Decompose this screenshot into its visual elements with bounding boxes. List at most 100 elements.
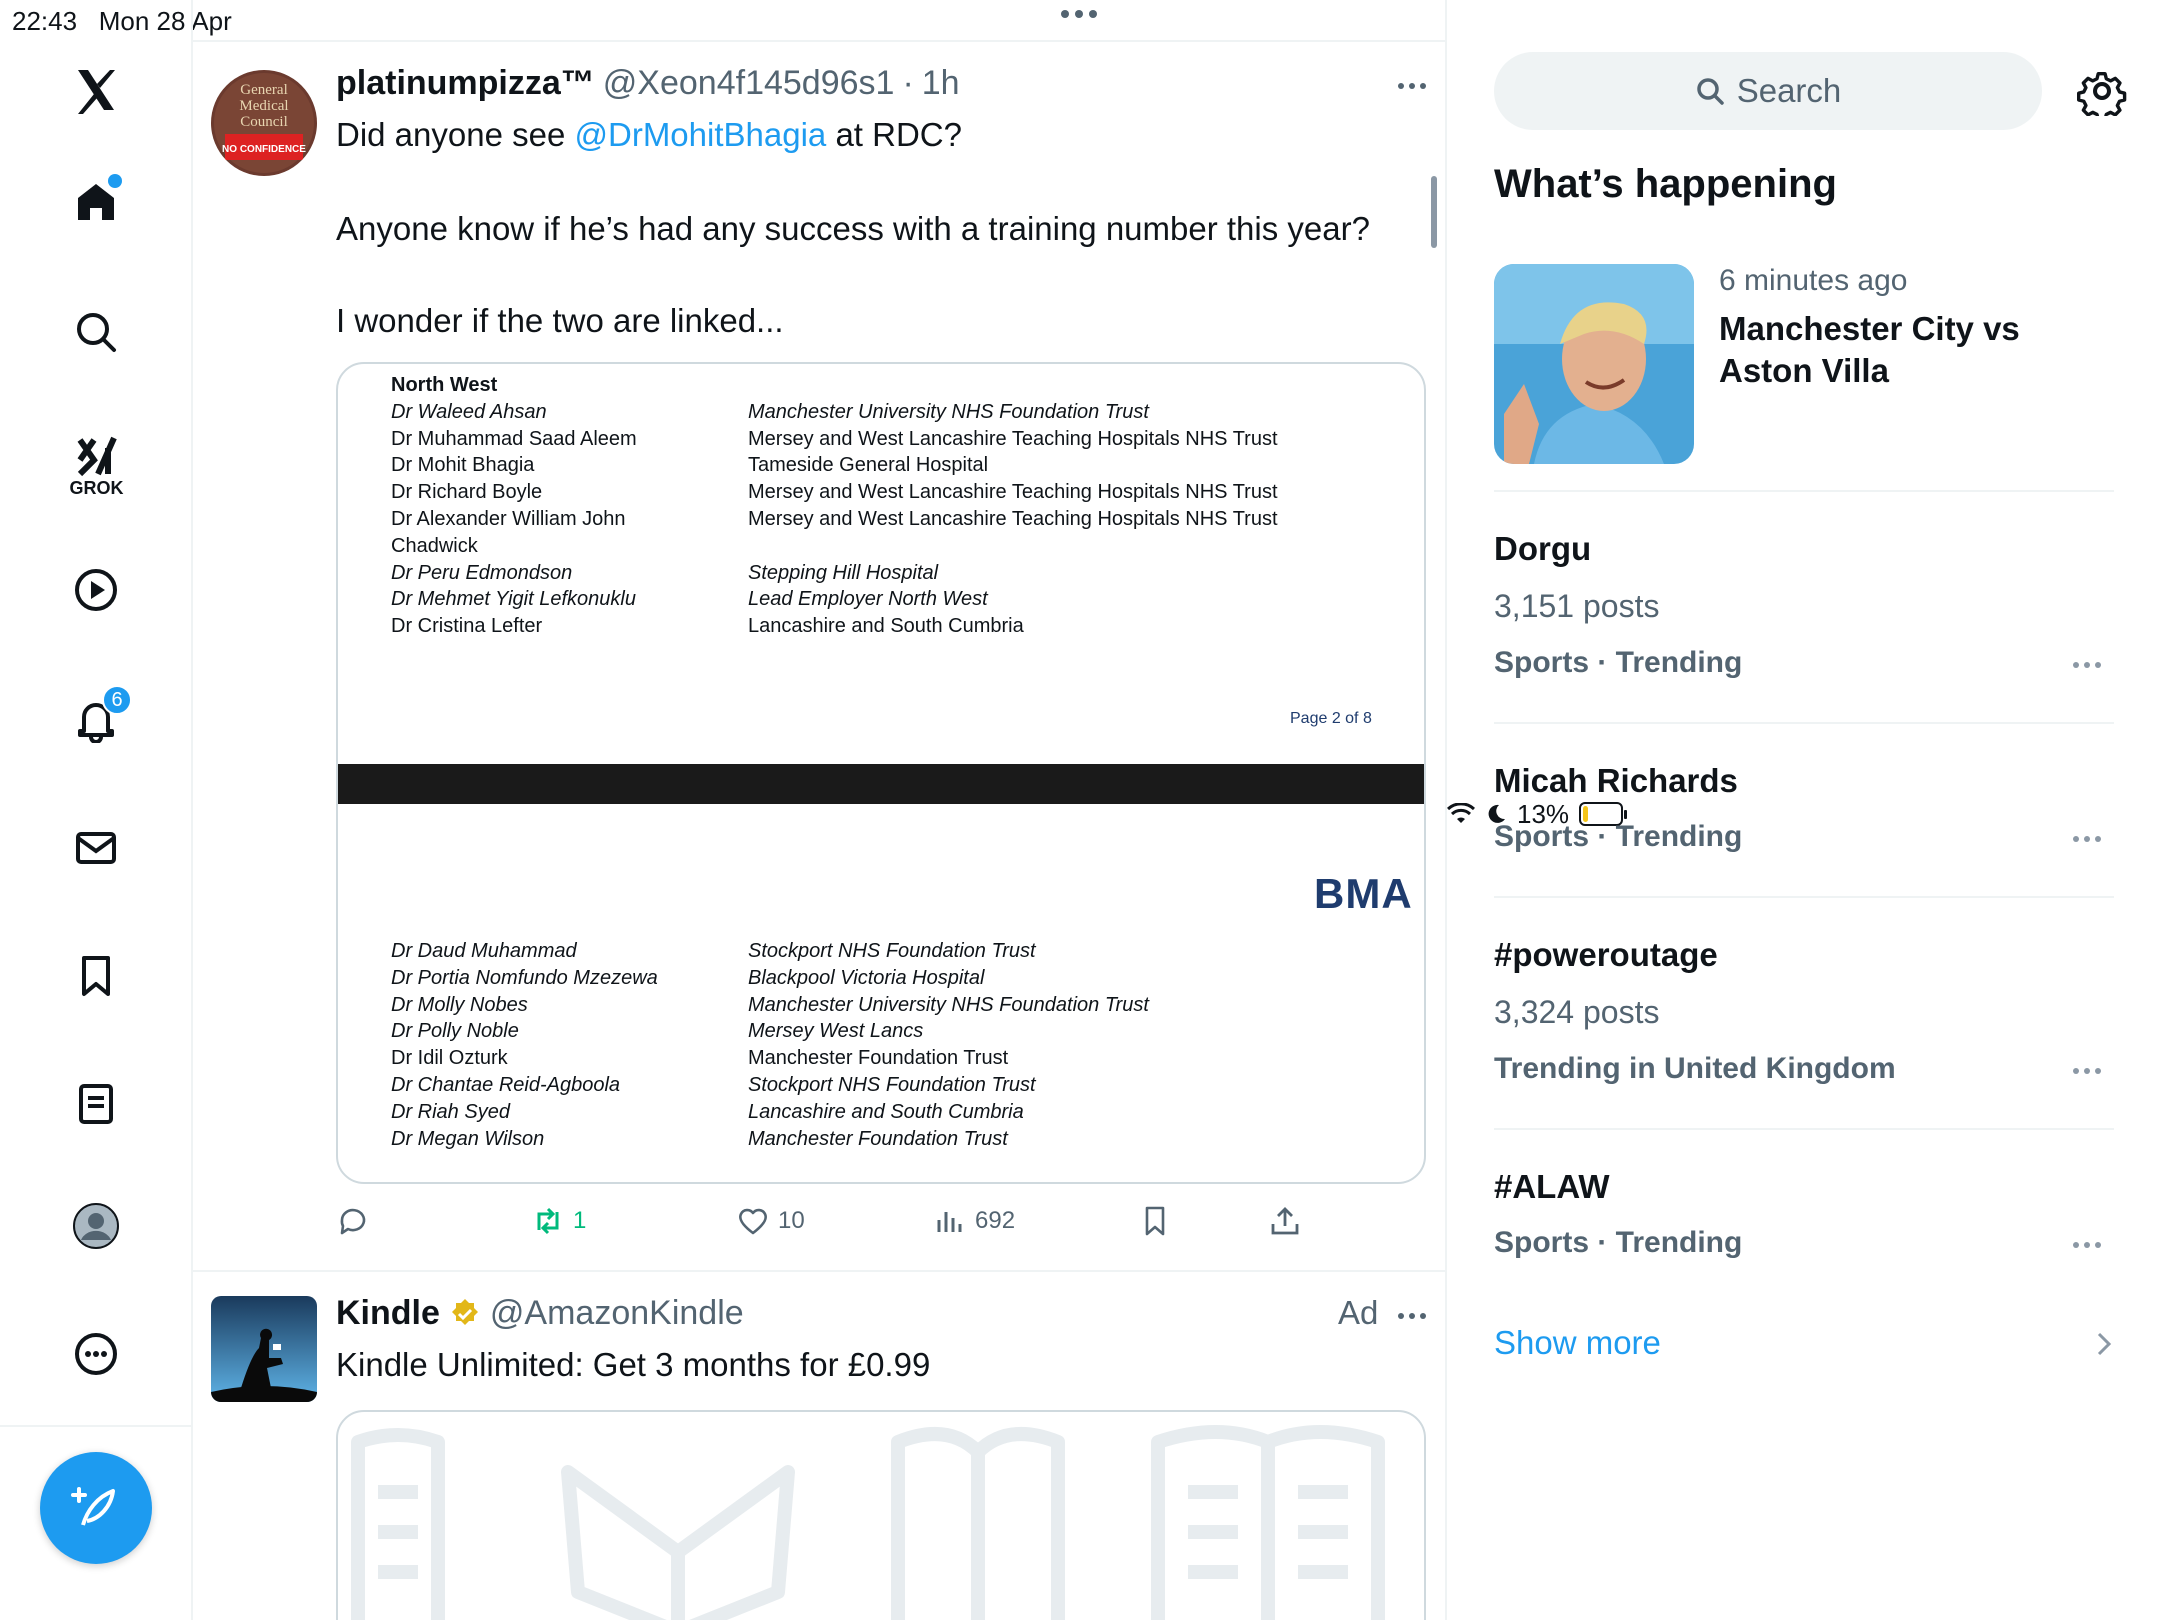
mention-link[interactable]: @DrMohitBhagia <box>575 116 827 153</box>
trend-more-button[interactable] <box>2073 836 2101 842</box>
repost-icon <box>537 1207 559 1235</box>
trend-more-button[interactable] <box>2073 662 2101 668</box>
ad-author-handle[interactable]: @AmazonKindle <box>490 1294 744 1333</box>
book-illustrations-icon <box>351 1425 1385 1620</box>
doc-name: Dr Polly Noble <box>391 1020 519 1043</box>
tweet-text-line2: Anyone know if he’s had any success with… <box>336 210 1370 247</box>
ad-media[interactable] <box>336 1410 1426 1620</box>
tweet-media-document[interactable]: North West Dr Waleed Ahsan Dr Muhammad S… <box>336 362 1426 1184</box>
nav-divider <box>0 1425 193 1427</box>
nav-messages[interactable] <box>60 812 132 884</box>
trend-name[interactable]: #ALAW <box>1494 1168 1610 1206</box>
whats-happening-title: What’s happening <box>1494 162 1837 206</box>
doc-name: Dr Cristina Lefter <box>391 615 543 638</box>
nav-more[interactable] <box>60 1318 132 1390</box>
tweet-time[interactable]: 1h <box>922 64 960 103</box>
heart-icon <box>739 1208 767 1235</box>
bookmark-button[interactable] <box>1138 1204 1172 1238</box>
share-button[interactable] <box>1268 1204 1302 1238</box>
tweet[interactable]: General Medical Council NO CONFIDENCE pl… <box>193 0 1445 1272</box>
doc-trust: Mersey and West Lancashire Teaching Hosp… <box>748 481 1278 504</box>
trend-more-button[interactable] <box>2073 1242 2101 1248</box>
nav-notifications[interactable]: 6 <box>60 683 132 755</box>
nav-lists[interactable] <box>60 1068 132 1140</box>
search-icon <box>1696 78 1724 105</box>
doc-section-1-trusts: Manchester University NHS Foundation Tru… <box>748 399 1278 640</box>
doc-trust: Stockport NHS Foundation Trust <box>748 940 1036 962</box>
doc-trust: Manchester Foundation Trust <box>748 1127 1008 1150</box>
trend-category: Sports · Trending <box>1494 820 1743 853</box>
doc-name: Dr Peru Edmondson <box>391 561 573 584</box>
doc-page-number: Page 2 of 8 <box>1290 710 1372 727</box>
x-logo-icon[interactable] <box>60 54 132 126</box>
tweet-more-button[interactable] <box>1398 83 1426 89</box>
trend-hero-title[interactable]: Manchester City vs Aston Villa <box>1719 308 2119 392</box>
more-icon <box>75 1333 117 1375</box>
nav-home[interactable] <box>60 166 132 238</box>
tweet-avatar[interactable]: General Medical Council NO CONFIDENCE <box>211 70 317 176</box>
doc-name: Dr Mohit Bhagia <box>391 454 535 477</box>
doc-trust: Stockport NHS Foundation Trust <box>748 1073 1036 1096</box>
doc-section-2-trusts: Stockport NHS Foundation Trust Blackpool… <box>748 938 1149 1152</box>
doc-name: Dr Riah Syed <box>391 1100 510 1123</box>
tweet-author-handle[interactable]: @Xeon4f145d96s1 <box>603 64 895 103</box>
trend-category: Sports · Trending <box>1494 1226 1743 1259</box>
doc-trust: Stepping Hill Hospital <box>748 561 939 584</box>
nav-explore[interactable] <box>60 296 132 368</box>
doc-section-2-names: Dr Daud Muhammad Dr Portia Nomfundo Mzez… <box>391 938 658 1152</box>
doc-trust: Tameside General Hospital <box>748 454 989 477</box>
trend-divider <box>1494 722 2114 724</box>
doc-name: Dr Muhammad Saad Aleem <box>391 427 637 450</box>
reply-icon <box>340 1208 366 1235</box>
kindle-avatar[interactable] <box>211 1296 317 1402</box>
trend-name[interactable]: #poweroutage <box>1494 936 1718 974</box>
doc-name: Dr Molly Nobes <box>391 993 528 1016</box>
settings-button[interactable] <box>2077 66 2127 122</box>
ad-more-button[interactable] <box>1398 1313 1426 1319</box>
grok-icon <box>77 436 117 477</box>
video-icon <box>75 569 117 611</box>
nav-bookmarks[interactable] <box>60 940 132 1012</box>
bma-logo: BMA <box>1314 870 1413 917</box>
doc-trust: Manchester University NHS Foundation Tru… <box>748 400 1149 423</box>
doc-trust: Mersey West Lancs <box>748 1020 924 1043</box>
trend-more-button[interactable] <box>2073 1068 2101 1074</box>
trend-hero-image[interactable] <box>1494 264 1694 464</box>
like-button[interactable]: 10 <box>736 1204 805 1238</box>
mail-icon <box>76 832 116 864</box>
trend-category: Sports · Trending <box>1494 646 1743 679</box>
compose-button[interactable] <box>40 1452 152 1564</box>
doc-section-1-names: North West Dr Waleed Ahsan Dr Muhammad S… <box>391 372 637 640</box>
trend-name[interactable]: Dorgu <box>1494 530 1591 568</box>
search-input[interactable]: Search <box>1494 52 2042 130</box>
views-icon <box>937 1212 962 1232</box>
doc-name: Dr Alexander William John <box>391 507 626 530</box>
ad-author-name[interactable]: Kindle <box>336 1294 440 1333</box>
reply-button[interactable] <box>336 1204 370 1238</box>
avatar-text-4: NO CONFIDENCE <box>222 144 306 155</box>
trend-posts: 3,324 posts <box>1494 994 1660 1030</box>
nav-profile[interactable] <box>60 1190 132 1262</box>
tweet-header: platinumpizza™ @Xeon4f145d96s1 · 1h <box>336 64 960 103</box>
chevron-right-icon <box>2097 1332 2112 1356</box>
doc-trust: Manchester Foundation Trust <box>748 1047 1009 1070</box>
timeline[interactable]: General Medical Council NO CONFIDENCE pl… <box>193 0 1447 1620</box>
verified-badge-icon <box>451 1298 478 1325</box>
nav-video[interactable] <box>60 554 132 626</box>
notifications-badge: 6 <box>102 685 132 715</box>
ad-label: Ad <box>1338 1294 1379 1331</box>
views-button[interactable]: 692 <box>933 1204 1015 1238</box>
doc-trust: Lancashire and South Cumbria <box>748 615 1024 638</box>
trend-divider <box>1494 490 2114 492</box>
doc-trust: Blackpool Victoria Hospital <box>748 966 985 989</box>
ad-text: Kindle Unlimited: Get 3 months for £0.99 <box>336 1346 931 1383</box>
tweet-author-name[interactable]: platinumpizza™ <box>336 64 595 103</box>
trend-name[interactable]: Micah Richards <box>1494 762 1738 800</box>
doc-name: Dr Mehmet Yigit Lefkonuklu <box>391 588 636 611</box>
home-unread-dot <box>108 174 122 188</box>
repost-count: 1 <box>573 1207 587 1234</box>
repost-button[interactable]: 1 <box>531 1204 586 1238</box>
doc-name: Dr Waleed Ahsan <box>391 400 547 423</box>
doc-name: Dr Richard Boyle <box>391 481 543 504</box>
show-more-link[interactable]: Show more <box>1494 1324 1661 1362</box>
